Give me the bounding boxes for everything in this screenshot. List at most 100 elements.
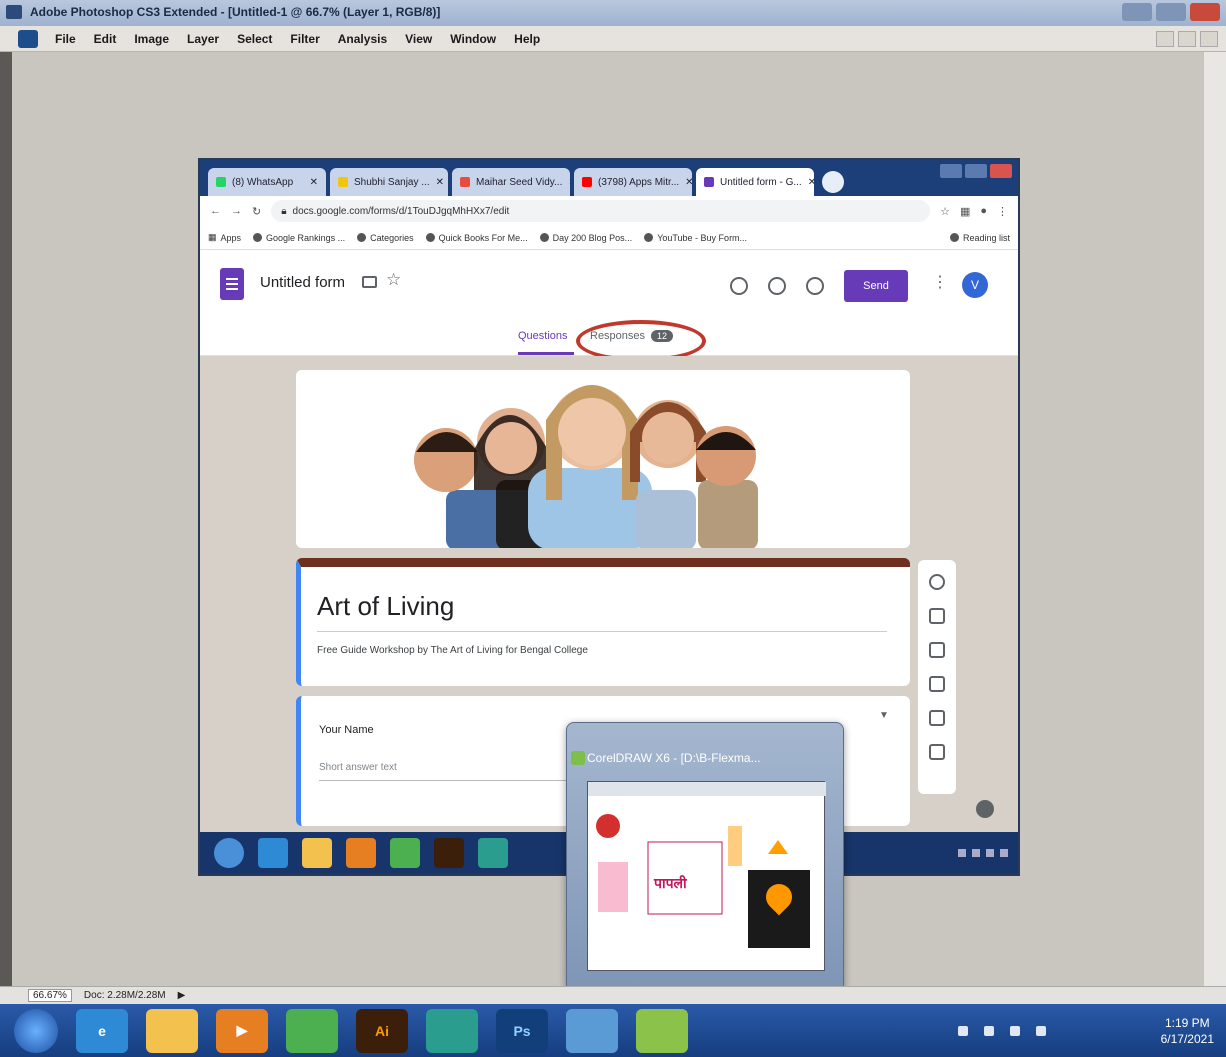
form-heading[interactable]: Art of Living xyxy=(317,591,454,622)
menu-analysis[interactable]: Analysis xyxy=(331,30,394,48)
profile-icon[interactable]: ● xyxy=(980,205,987,217)
question-label[interactable]: Your Name xyxy=(319,724,374,736)
close-button[interactable] xyxy=(1190,3,1220,21)
maximize-button[interactable] xyxy=(1156,3,1186,21)
bookmark-label: Categories xyxy=(370,232,414,243)
help-icon[interactable] xyxy=(976,800,994,818)
address-bar[interactable]: 🔒︎ docs.google.com/forms/d/1TouDJgqMhHXx… xyxy=(271,200,931,222)
taskbar-photoshop[interactable]: Ps xyxy=(496,1008,548,1053)
avatar[interactable]: V xyxy=(962,272,988,298)
form-title-card[interactable]: Art of Living Free Guide Workshop by The… xyxy=(296,558,910,686)
star-icon[interactable]: ☆ xyxy=(386,270,401,290)
menu-filter[interactable]: Filter xyxy=(283,30,326,48)
menu-layer[interactable]: Layer xyxy=(180,30,226,48)
speaker-icon[interactable] xyxy=(1010,1025,1020,1036)
bookmark-item[interactable]: Day 200 Blog Pos... xyxy=(539,233,632,243)
taskbar-explorer[interactable] xyxy=(146,1008,198,1053)
vertical-scrollbar[interactable] xyxy=(1204,52,1226,987)
browser-menu-icon[interactable]: ⋮ xyxy=(997,205,1008,218)
browser-minimize-button[interactable] xyxy=(940,164,962,178)
add-image-icon[interactable] xyxy=(929,676,945,692)
bookmark-label: Quick Books For Me... xyxy=(438,232,528,243)
tab-label: Maihar Seed Vidy... xyxy=(476,176,563,188)
photoshop-app-icon xyxy=(6,5,22,19)
taskbar-coreldraw[interactable] xyxy=(636,1008,688,1053)
brand-logo-text: पापली xyxy=(654,875,687,891)
close-tab-icon[interactable]: ✕ xyxy=(310,177,318,188)
start-button[interactable] xyxy=(14,1008,58,1053)
google-forms-logo-icon[interactable] xyxy=(220,268,244,300)
close-tab-icon[interactable]: ✕ xyxy=(436,177,444,188)
close-tab-icon[interactable]: ✕ xyxy=(808,177,814,188)
taskbar-ie[interactable]: e xyxy=(76,1008,128,1053)
taskbar-chrome[interactable] xyxy=(286,1008,338,1053)
taskbar-media-player[interactable]: ▶ xyxy=(216,1008,268,1053)
import-questions-icon[interactable] xyxy=(929,608,945,624)
more-options-icon[interactable]: ⋮ xyxy=(932,272,948,292)
doc-close-button[interactable] xyxy=(1200,31,1218,47)
browser-maximize-button[interactable] xyxy=(965,164,987,178)
flag-icon[interactable] xyxy=(984,1025,994,1036)
taskbar-app-blue[interactable] xyxy=(566,1008,618,1053)
browser-close-button[interactable] xyxy=(990,164,1012,178)
preview-eye-icon[interactable] xyxy=(768,277,786,295)
coreldraw-taskbar-preview[interactable]: CorelDRAW X6 - [D:\B-Flexma... पापली xyxy=(566,722,844,992)
reload-icon[interactable]: ↻ xyxy=(252,205,261,218)
forward-icon[interactable]: → xyxy=(231,205,242,217)
reading-list[interactable]: Reading list xyxy=(949,233,1010,243)
menu-window[interactable]: Window xyxy=(443,30,503,48)
apps-grid-icon: ▦ xyxy=(208,232,217,242)
add-question-icon[interactable] xyxy=(929,574,945,590)
folder-icon[interactable] xyxy=(362,276,377,288)
doc-restore-button[interactable] xyxy=(1178,31,1196,47)
bookmark-item[interactable]: YouTube - Buy Form... xyxy=(644,233,747,243)
network-icon[interactable] xyxy=(958,1025,968,1036)
taskbar-app[interactable] xyxy=(426,1008,478,1053)
form-description[interactable]: Free Guide Workshop by The Art of Living… xyxy=(317,645,588,656)
bookmark-item[interactable]: Quick Books For Me... xyxy=(425,232,528,243)
bookmark-item[interactable]: Categories xyxy=(357,233,414,243)
doc-minimize-button[interactable] xyxy=(1156,31,1174,47)
form-title[interactable]: Untitled form xyxy=(260,274,345,291)
tab-questions[interactable]: Questions xyxy=(518,330,568,342)
bookmark-star-icon[interactable]: ☆ xyxy=(940,205,950,218)
clock[interactable]: 1:19 PM 6/17/2021 xyxy=(1161,1015,1226,1047)
battery-icon[interactable] xyxy=(1036,1025,1046,1036)
send-button[interactable]: Send xyxy=(844,270,908,302)
menu-edit[interactable]: Edit xyxy=(87,30,124,48)
bookmark-apps[interactable]: ▦ Apps xyxy=(208,232,241,243)
tray-icon xyxy=(958,849,966,857)
minimize-button[interactable] xyxy=(1122,3,1152,21)
bookmark-item[interactable]: Google Rankings ... xyxy=(253,233,345,243)
menu-file[interactable]: File xyxy=(48,30,83,48)
browser-tab[interactable]: (3798) Apps Mitr... ✕ xyxy=(574,168,692,196)
browser-tab-active[interactable]: Untitled form - G... ✕ xyxy=(696,168,814,196)
close-tab-icon[interactable]: ✕ xyxy=(568,177,570,188)
chevron-down-icon[interactable]: ▼ xyxy=(879,710,889,721)
extensions-icon[interactable]: ▦ xyxy=(960,205,970,218)
new-tab-button[interactable] xyxy=(822,171,844,193)
browser-tab[interactable]: Shubhi Sanjay ... ✕ xyxy=(330,168,448,196)
preview-thumbnail[interactable]: पापली xyxy=(587,781,826,971)
reading-list-icon xyxy=(949,233,959,242)
add-video-icon[interactable] xyxy=(929,710,945,726)
back-icon[interactable]: ← xyxy=(210,205,221,217)
illustrator-icon: Ai xyxy=(375,1022,389,1039)
add-section-icon[interactable] xyxy=(929,744,945,760)
play-icon: ▶ xyxy=(236,1022,248,1038)
settings-gear-icon[interactable] xyxy=(806,277,824,295)
browser-tab[interactable]: Maihar Seed Vidy... ✕ xyxy=(452,168,570,196)
menu-select[interactable]: Select xyxy=(230,30,279,48)
add-title-icon[interactable] xyxy=(929,642,945,658)
taskbar-illustrator[interactable]: Ai xyxy=(356,1008,408,1053)
doc-size[interactable]: Doc: 2.28M/2.28M xyxy=(84,990,166,1001)
palette-icon[interactable] xyxy=(730,277,748,295)
menu-view[interactable]: View xyxy=(398,30,439,48)
browser-tab[interactable]: (8) WhatsApp ✕ xyxy=(208,168,326,196)
menu-help[interactable]: Help xyxy=(507,30,547,48)
menu-image[interactable]: Image xyxy=(127,30,176,48)
zoom-level[interactable]: 66.67% xyxy=(28,989,72,1002)
photoshop-title-text: Adobe Photoshop CS3 Extended - [Untitled… xyxy=(30,5,441,19)
close-tab-icon[interactable]: ✕ xyxy=(685,177,692,188)
status-arrow-icon[interactable]: ▶ xyxy=(178,990,186,1001)
